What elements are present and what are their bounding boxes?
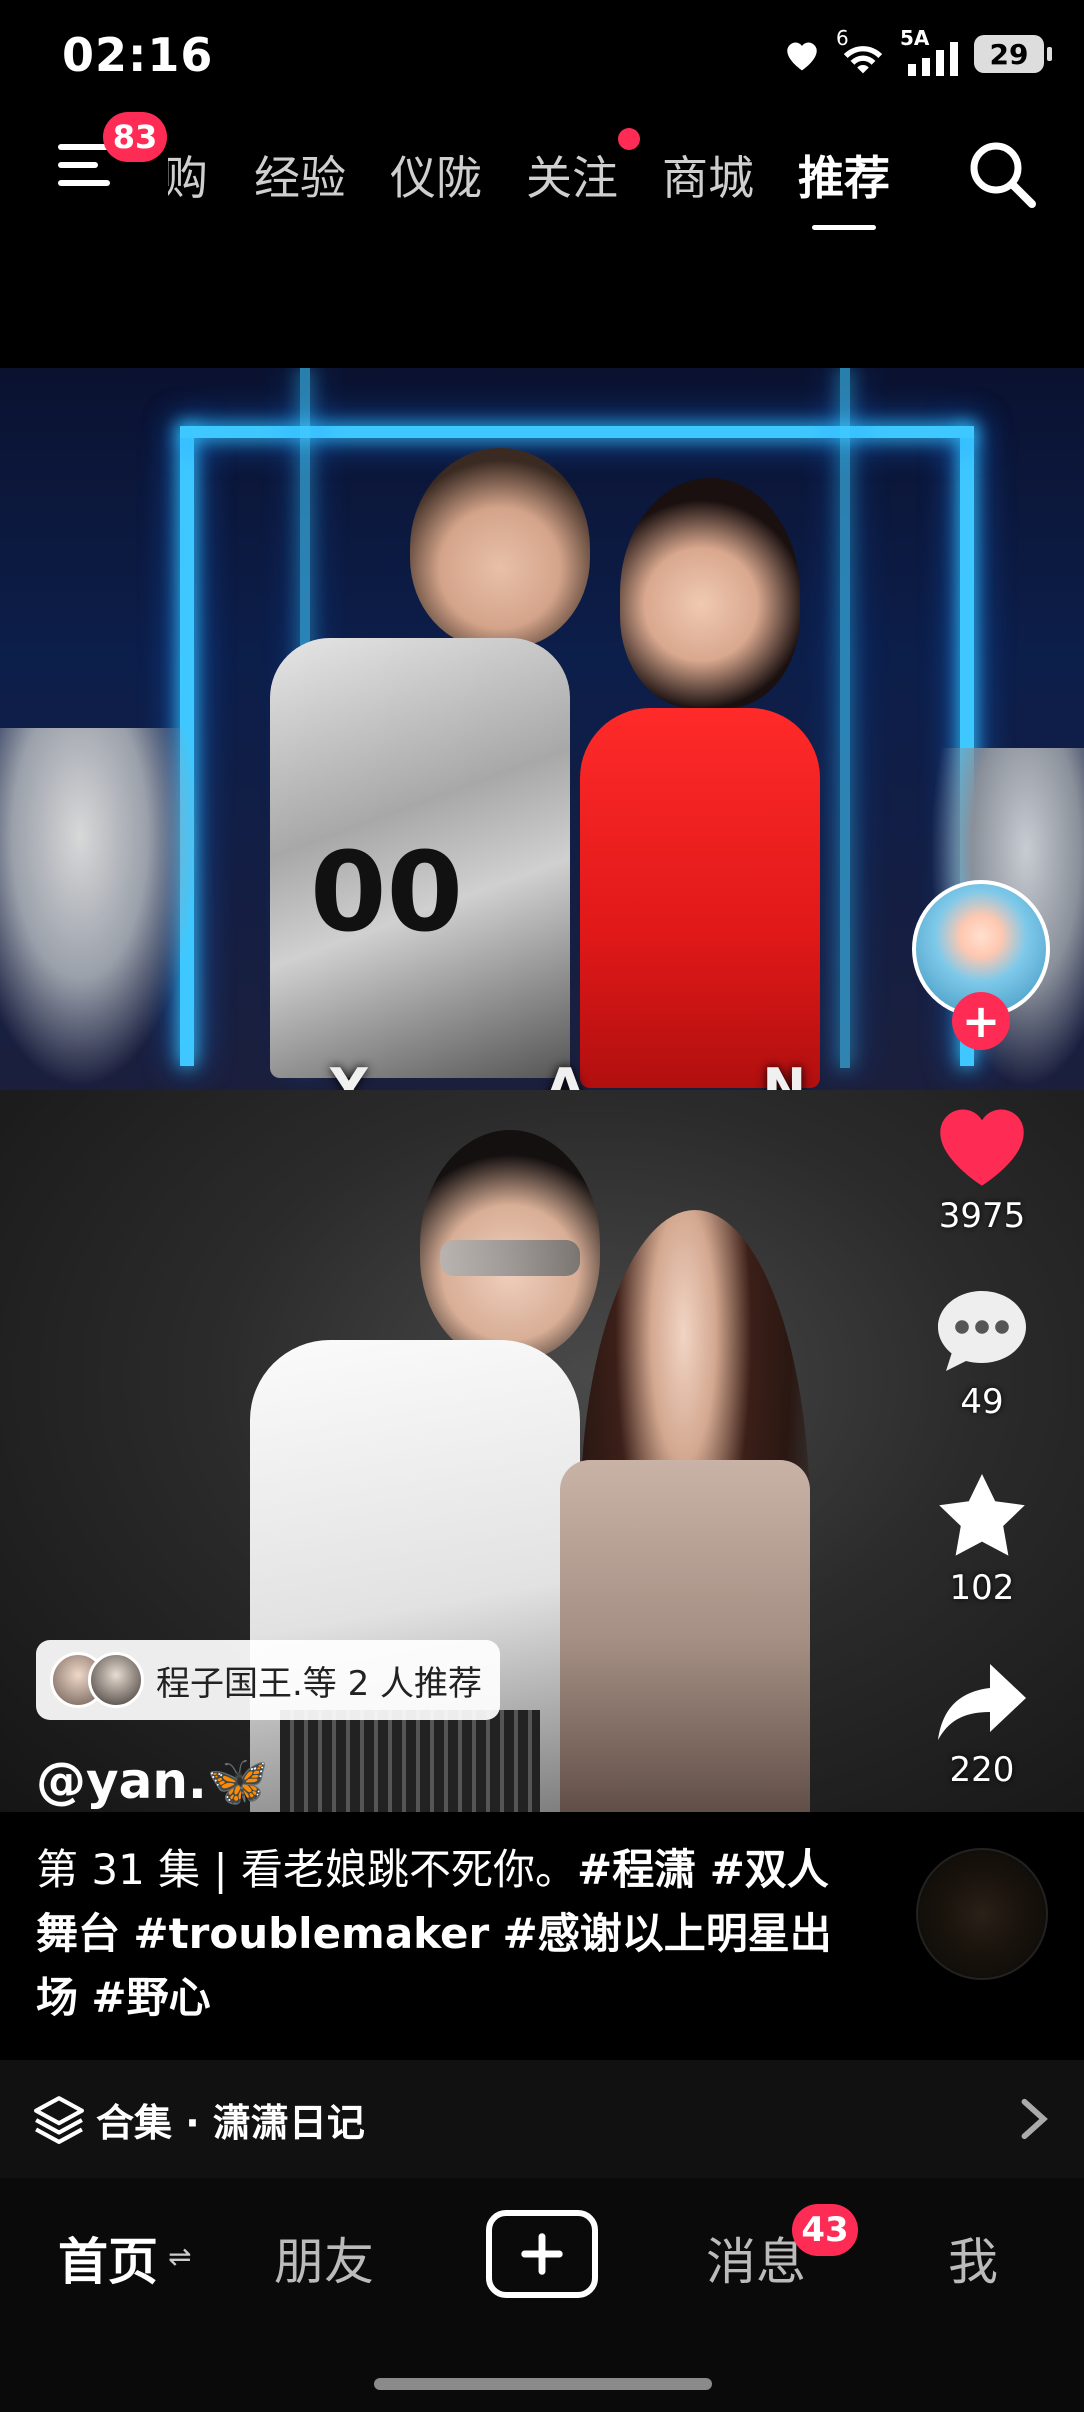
collection-label: 合集 · 潇潇日记: [96, 2100, 365, 2145]
recommended-by-pill[interactable]: 程子国王.等 2 人推荐: [36, 1640, 501, 1720]
comment-button[interactable]: 49: [920, 1286, 1044, 1422]
bottom-navigation: 首页 ⇌ 朋友 消息 43 我: [0, 2178, 1084, 2412]
layers-icon: [34, 2096, 84, 2144]
create-button[interactable]: [486, 2210, 598, 2298]
tab-label: 关注: [526, 151, 618, 205]
performer-patterned-dress: [560, 1460, 810, 1812]
nav-home[interactable]: 首页: [58, 2222, 158, 2294]
tab-recommend[interactable]: 推荐: [798, 142, 890, 230]
recommender-avatar: [88, 1652, 144, 1708]
battery-indicator: 29: [974, 35, 1052, 73]
recommended-by-text: 程子国王.等 2 人推荐: [156, 1663, 483, 1704]
tab-mall[interactable]: 商城: [662, 142, 754, 208]
switch-feed-icon[interactable]: ⇌: [168, 2240, 191, 2273]
video-caption: 第 31 集 | 看老娘跳不死你。#程潇 #双人舞台 #troublemaker…: [36, 1838, 836, 2030]
performer-striped-pants: [280, 1710, 540, 1812]
plus-icon: [521, 2233, 563, 2275]
tab-experience[interactable]: 经验: [254, 142, 346, 208]
active-tab-underline: [812, 225, 876, 230]
comment-icon: [938, 1291, 1026, 1371]
favorite-button[interactable]: 102: [920, 1470, 1044, 1608]
hashtag[interactable]: #野心: [91, 1973, 210, 2022]
like-count: 3975: [938, 1196, 1026, 1236]
hashtag[interactable]: #程潇: [577, 1845, 696, 1894]
neon-bar: [840, 368, 850, 1068]
nav-me[interactable]: 我: [948, 2222, 998, 2294]
video-overlay-letters: Y A N: [330, 1058, 810, 1090]
tab-label: 商城: [662, 151, 754, 205]
comment-count: 49: [960, 1382, 1004, 1422]
performer-glasses: [440, 1240, 580, 1276]
tab-label: 仪陇: [390, 151, 482, 205]
like-button[interactable]: 3975: [920, 1098, 1044, 1236]
overlay-letter: Y: [330, 1058, 372, 1090]
share-arrow-icon: [938, 1664, 1026, 1740]
heart-icon: [940, 1109, 1024, 1186]
heart-status-icon: [787, 42, 817, 71]
plus-icon: +: [961, 994, 1001, 1048]
home-indicator[interactable]: [374, 2378, 712, 2390]
tab-yilong[interactable]: 仪陇: [390, 142, 482, 208]
performer-head: [620, 478, 800, 708]
performer-red-dress: [580, 708, 820, 1088]
new-content-dot: [618, 128, 640, 150]
overlay-letter: N: [762, 1058, 810, 1090]
tab-shopping[interactable]: 购: [168, 142, 210, 208]
share-count: 220: [949, 1750, 1015, 1790]
background-dancer: [0, 728, 200, 1088]
star-icon: [939, 1474, 1025, 1556]
tab-following[interactable]: 关注: [526, 128, 640, 208]
follow-button[interactable]: +: [952, 992, 1010, 1050]
top-tab-bar: 购 经验 仪陇 关注 商城 推荐: [168, 128, 934, 230]
nav-friends[interactable]: 朋友: [274, 2222, 374, 2294]
menu-notification-badge: 83: [103, 112, 167, 162]
status-time: 02:16: [62, 28, 214, 82]
tab-label: 购: [168, 151, 208, 205]
favorite-count: 102: [949, 1568, 1015, 1608]
chevron-right-icon: [1021, 2098, 1048, 2140]
messages-badge: 43: [792, 2204, 858, 2256]
overlay-letter: A: [544, 1058, 590, 1090]
performer-head: [410, 448, 590, 648]
search-icon: [970, 142, 1036, 208]
hashtag[interactable]: #troublemaker: [133, 1909, 489, 1958]
wifi-icon: 6: [836, 28, 886, 76]
status-icons: 6 5A 29: [782, 26, 1052, 82]
tab-label: 经验: [254, 151, 346, 205]
nav-messages[interactable]: 消息: [706, 2222, 806, 2294]
author-username[interactable]: @yan.🦋: [36, 1752, 269, 1811]
share-button[interactable]: 220: [920, 1660, 1044, 1790]
cell-signal-icon: 5A: [900, 28, 960, 76]
performer-jersey: 00: [270, 638, 570, 1078]
search-button[interactable]: [966, 138, 1038, 210]
collection-bar[interactable]: 合集 · 潇潇日记: [0, 2060, 1084, 2178]
tab-label: 推荐: [798, 151, 890, 205]
music-disc[interactable]: [916, 1848, 1048, 1980]
caption-text: 第 31 集 | 看老娘跳不死你。: [36, 1845, 577, 1894]
